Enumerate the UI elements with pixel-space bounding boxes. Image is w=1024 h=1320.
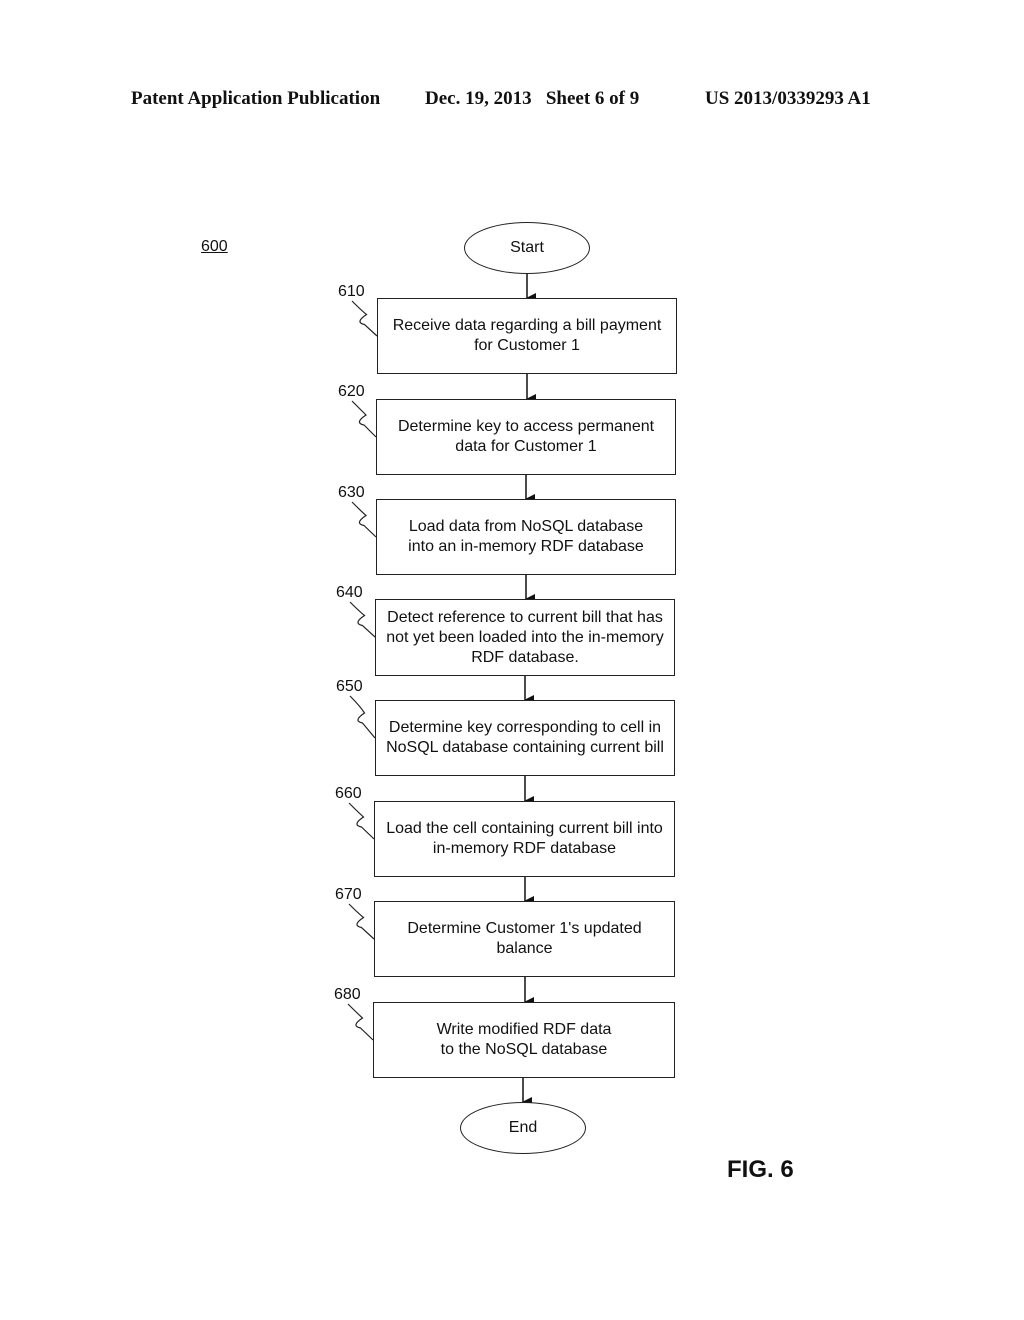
figure-label: FIG. 6 [727,1156,794,1183]
step-reference-number: 620 [338,383,365,400]
step-text-line: in-memory RDF database [432,840,617,857]
process-step-620: Determine key to access permanent data fo… [376,399,676,475]
process-step-670: Determine Customer 1's updated balance [374,901,675,977]
reference-leader-line [351,400,377,438]
process-step-text: Receive data regarding a bill payment for… [393,316,662,356]
step-text-line: Write modified RDF data [436,1021,612,1038]
step-reference-number: 650 [336,678,363,695]
process-step-630: Load data from NoSQL database into an in-… [376,499,676,575]
reference-leader-line [351,300,378,337]
reference-leader-line [348,802,375,840]
step-reference-number: 610 [338,283,365,300]
step-text-line: for Customer 1 [474,337,580,354]
reference-leader-line [351,501,377,538]
step-text-line: to the NoSQL database [440,1041,608,1058]
step-reference-number: 630 [338,484,365,501]
step-text-line: not yet been loaded into the in-memory [386,628,664,646]
process-step-610: Receive data regarding a bill payment for… [377,298,677,374]
step-reference-number: 680 [334,986,361,1003]
process-step-text: Load data from NoSQL database into an in-… [408,517,644,557]
process-step-680: Write modified RDF data to the NoSQL data… [373,1002,675,1078]
step-text-line: Load data from NoSQL database [408,518,644,535]
reference-leader-line [347,1003,374,1041]
step-text-line: RDF database. [471,648,579,666]
reference-leader-line [349,601,376,638]
step-text-line: NoSQL database containing current bill [386,739,664,756]
step-text-line: Detect reference to current bill that ha… [387,608,663,626]
step-reference-number: 670 [335,886,362,903]
process-step-text: Determine Customer 1's updated balance [407,919,641,959]
reference-leader-line [348,903,375,940]
process-step-text: Write modified RDF data to the NoSQL data… [437,1020,612,1060]
step-text-line: Determine Customer 1's updated [407,920,642,937]
process-step-660: Load the cell containing current bill in… [374,801,675,877]
step-text-line: Receive data regarding a bill payment [392,317,662,334]
start-terminal: Start [464,222,590,274]
step-text-line: Determine key to access permanent [397,418,655,435]
step-reference-number: 640 [336,584,363,601]
step-reference-number: 660 [335,785,362,802]
reference-leader-line [349,695,376,739]
process-step-650: Determine key corresponding to cell in No… [375,700,675,776]
process-step-text: Load the cell containing current bill in… [386,819,663,859]
step-text-line: Load the cell containing current bill in… [386,820,663,837]
step-text-line: into an in-memory RDF database [408,538,644,555]
step-text-line: data for Customer 1 [455,438,597,455]
step-text-line: Determine key corresponding to cell in [388,719,662,736]
process-step-text: Determine key corresponding to cell in No… [386,718,664,758]
process-step-text: Determine key to access permanent data fo… [398,417,654,457]
step-text-line: balance [496,940,553,957]
process-step-text: Detect reference to current bill that ha… [386,608,664,668]
process-step-640: Detect reference to current bill that ha… [375,599,675,676]
end-terminal: End [460,1102,586,1154]
